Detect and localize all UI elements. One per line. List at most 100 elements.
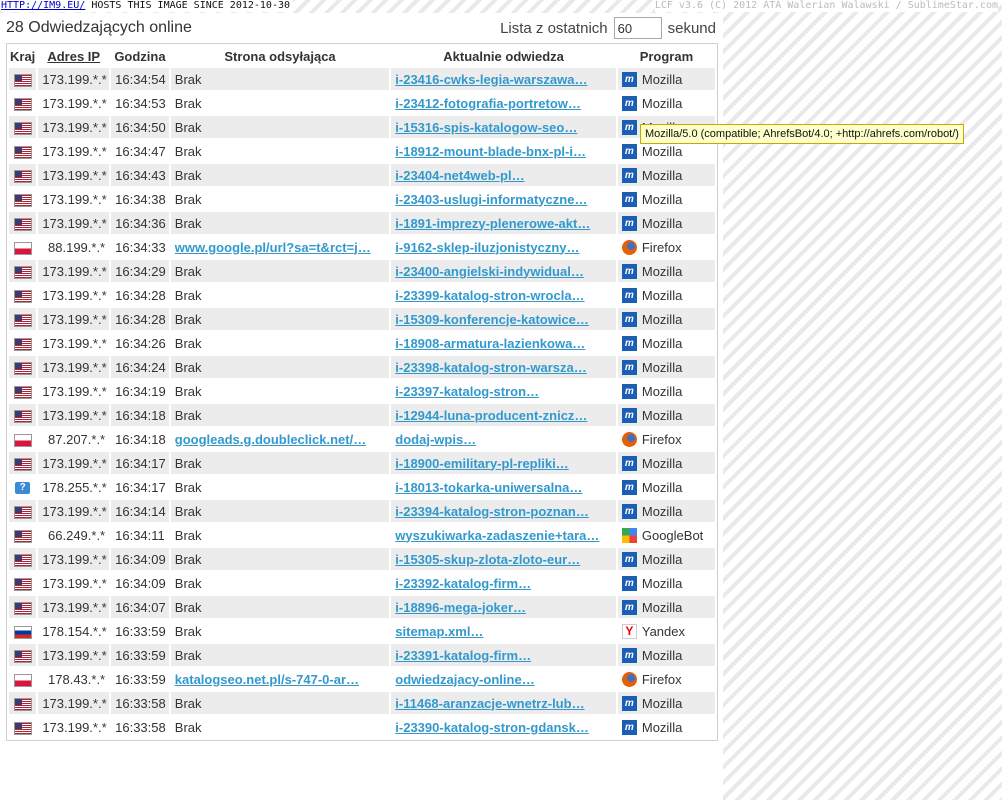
current-page-link[interactable]: sitemap.xml… — [395, 624, 483, 639]
program-name: Mozilla — [641, 599, 683, 615]
referrer-text: Brak — [174, 335, 202, 351]
program-name: Mozilla — [641, 407, 683, 423]
time-cell: 16:34:47 — [115, 143, 166, 159]
country-cell — [9, 524, 36, 546]
program-cell[interactable]: Firefox — [618, 668, 715, 690]
referrer-cell: Brak — [171, 476, 390, 498]
program-cell[interactable]: mMozilla — [618, 572, 715, 594]
current-page-link[interactable]: i-23412-fotografia-portretow… — [395, 96, 581, 111]
current-page-link[interactable]: i-23403-uslugi-informatyczne… — [395, 192, 587, 207]
program-cell[interactable]: mMozilla — [617, 260, 715, 282]
referrer-text: Brak — [174, 623, 202, 639]
referrer-text: Brak — [174, 695, 202, 711]
program-cell[interactable]: mMozilla — [617, 500, 715, 522]
time-cell: 16:33:59 — [115, 671, 166, 687]
country-cell — [9, 188, 36, 210]
program-cell[interactable]: mMozilla — [618, 188, 715, 210]
program-cell[interactable]: mMozilla — [618, 476, 715, 498]
ip-cell: 173.199.*.* — [38, 596, 110, 618]
program-cell[interactable]: GoogleBot — [618, 524, 715, 546]
program-cell[interactable]: mMozilla — [617, 548, 715, 570]
program-cell[interactable]: mMozilla — [617, 212, 715, 234]
current-page-link[interactable]: i-18908-armatura-lazienkowa… — [395, 336, 585, 351]
seconds-input[interactable] — [613, 17, 662, 39]
ip-cell: 178.43.*.* — [48, 671, 106, 687]
current-page-link[interactable]: dodaj-wpis… — [395, 432, 476, 447]
program-cell[interactable]: mMozilla — [617, 644, 715, 666]
program-cell[interactable]: mMozilla — [618, 716, 715, 738]
ip-cell: 173.199.*.* — [38, 308, 110, 330]
program-cell[interactable]: Firefox — [618, 236, 715, 258]
host-link[interactable]: HTTP://IM9.EU/ — [1, 0, 85, 11]
program-cell[interactable]: mMozilla — [617, 68, 715, 90]
current-page-link[interactable]: i-23392-katalog-firm… — [395, 576, 531, 591]
current-page-cell: i-23403-uslugi-informatyczne… — [391, 188, 616, 210]
time-cell: 16:34:18 — [115, 431, 166, 447]
current-page-link[interactable]: i-18896-mega-joker… — [395, 600, 526, 615]
current-page-link[interactable]: i-23391-katalog-firm… — [395, 648, 531, 663]
referrer-cell: Brak — [170, 260, 390, 282]
current-page-link[interactable]: i-23404-net4web-pl… — [395, 168, 524, 183]
internet-explorer-icon: m — [621, 359, 637, 375]
program-cell[interactable]: mMozilla — [618, 332, 715, 354]
current-page-link[interactable]: i-23416-cwks-legia-warszawa… — [395, 72, 587, 87]
program-cell[interactable]: mMozilla — [618, 92, 715, 114]
us-flag-icon — [13, 193, 32, 207]
country-cell — [9, 620, 36, 642]
column-header-ip[interactable]: Adres IP — [38, 46, 109, 66]
ip-cell: 173.199.*.* — [38, 692, 110, 714]
table-row: 173.199.*.* 16:34:28 Brak i-15309-konferenc… — [9, 308, 715, 330]
program-cell[interactable]: mMozilla — [617, 596, 715, 618]
referrer-link[interactable]: www.google.pl/url?sa=t&rct=j… — [175, 240, 371, 255]
country-cell — [9, 284, 36, 306]
current-page-link[interactable]: i-12944-luna-producent-znicz… — [395, 408, 587, 423]
referrer-cell: Brak — [170, 308, 390, 330]
current-page-link[interactable]: wyszukiwarka-zadaszenie+tara… — [395, 528, 599, 543]
program-cell[interactable]: Y Yandex — [618, 620, 715, 642]
program-cell[interactable]: mMozilla — [617, 164, 715, 186]
current-page-link[interactable]: i-15309-konferencje-katowice… — [395, 312, 589, 327]
table-row: 173.199.*.* 16:34:53 Brak i-23412-fotografi… — [9, 92, 715, 114]
program-cell[interactable]: mMozilla — [617, 404, 715, 426]
current-page-link[interactable]: i-23390-katalog-stron-gdansk… — [395, 720, 589, 735]
current-page-link[interactable]: i-11468-aranzacje-wnetrz-lub… — [395, 696, 584, 711]
current-page-link[interactable]: i-18912-mount-blade-bnx-pl-i… — [395, 144, 586, 159]
program-cell[interactable]: mMozilla — [617, 308, 715, 330]
program-cell[interactable]: mMozilla — [617, 356, 715, 378]
current-page-link[interactable]: i-1891-imprezy-plenerowe-akt… — [395, 216, 590, 231]
column-header-time: Godzina — [114, 48, 166, 64]
ip-cell: 173.199.*.* — [38, 212, 110, 234]
program-cell[interactable]: mMozilla — [618, 284, 715, 306]
current-page-link[interactable]: i-18900-emilitary-pl-repliki… — [395, 456, 568, 471]
current-page-link[interactable]: i-18013-tokarka-uniwersalna… — [395, 480, 582, 495]
program-cell[interactable]: mMozilla — [617, 452, 715, 474]
current-page-link[interactable]: i-9162-sklep-iluzjonistyczny… — [395, 240, 579, 255]
current-page-link[interactable]: i-23394-katalog-stron-poznan… — [395, 504, 589, 519]
table-row: 173.199.*.* 16:34:50 Brak i-15316-spis-kata… — [9, 116, 715, 138]
program-cell[interactable]: mMozilla — [618, 380, 715, 402]
time-cell: 16:34:28 — [115, 287, 166, 303]
internet-explorer-icon: m — [621, 119, 637, 135]
current-page-link[interactable]: i-23398-katalog-stron-warsza… — [395, 360, 586, 375]
program-cell[interactable]: mMozilla — [617, 692, 715, 714]
current-page-link[interactable]: i-23397-katalog-stron… — [395, 384, 539, 399]
current-page-link[interactable]: odwiedzajacy-online… — [395, 672, 534, 687]
current-page-link[interactable]: i-23400-angielski-indywidual… — [395, 264, 584, 279]
referrer-cell: Brak — [170, 356, 390, 378]
current-page-link[interactable]: i-15305-skup-zlota-zloto-eur… — [395, 552, 580, 567]
referrer-link[interactable]: googleads.g.doubleclick.net/… — [175, 432, 366, 447]
time-cell: 16:34:26 — [115, 335, 166, 351]
program-name: Mozilla — [641, 263, 683, 279]
program-cell[interactable]: Firefox — [618, 428, 715, 450]
current-page-cell: i-9162-sklep-iluzjonistyczny… — [391, 236, 616, 258]
us-flag-icon — [13, 409, 32, 423]
current-page-link[interactable]: i-23399-katalog-stron-wrocla… — [395, 288, 584, 303]
current-page-link[interactable]: i-15316-spis-katalogow-seo… — [395, 120, 577, 135]
current-page-cell: i-23412-fotografia-portretow… — [391, 92, 616, 114]
time-cell: 16:34:53 — [115, 95, 166, 111]
ip-cell: 173.199.*.* — [38, 548, 110, 570]
us-flag-icon — [13, 721, 32, 735]
us-flag-icon — [13, 337, 32, 351]
referrer-link[interactable]: katalogseo.net.pl/s-747-0-ar… — [175, 672, 359, 687]
country-cell — [9, 260, 37, 282]
